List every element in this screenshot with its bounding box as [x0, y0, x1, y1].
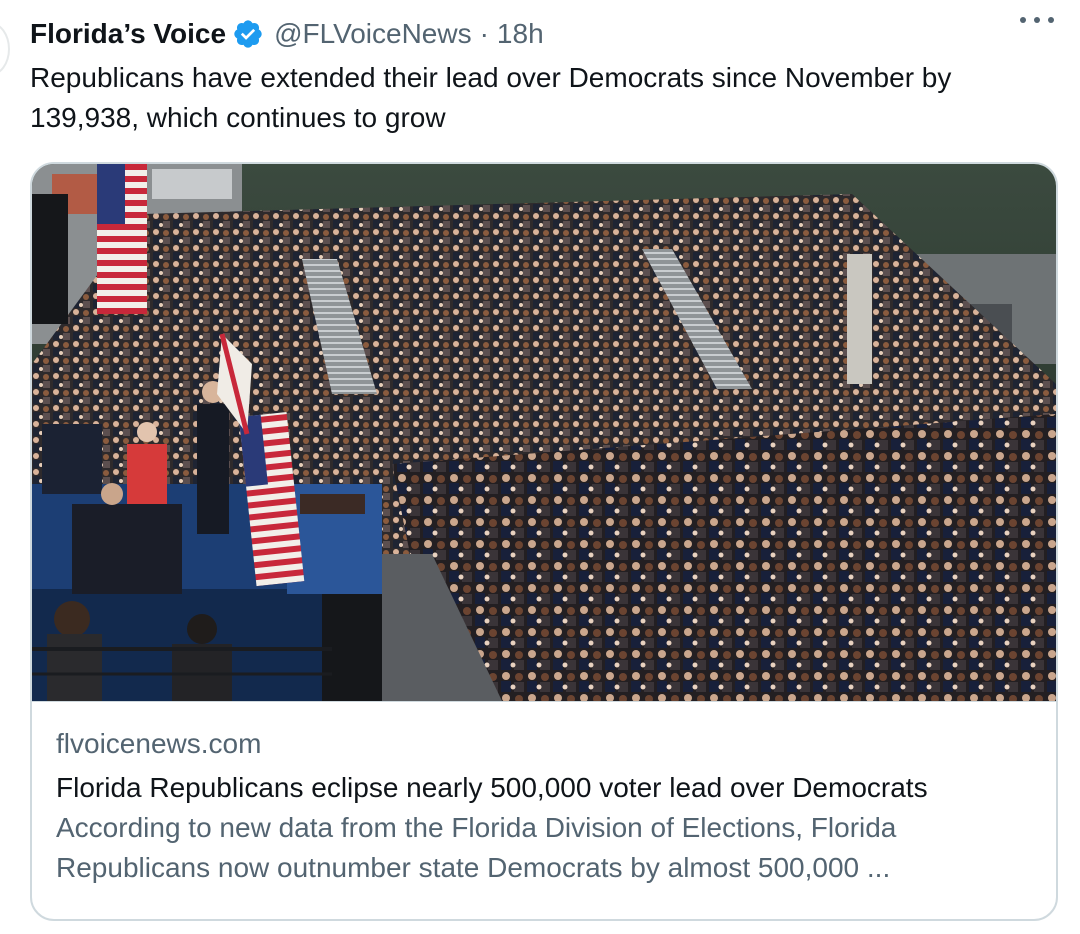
more-options-icon[interactable]: [1020, 14, 1054, 26]
card-body: flvoicenews.com Florida Republicans ecli…: [56, 724, 1036, 888]
card-domain: flvoicenews.com: [56, 728, 262, 759]
display-name[interactable]: Florida’s Voice: [30, 14, 226, 54]
separator-dot: ·: [479, 18, 489, 49]
link-preview-card[interactable]: flvoicenews.com Florida Republicans ecli…: [30, 162, 1058, 921]
handle[interactable]: @FLVoiceNews: [274, 14, 472, 54]
card-title: Florida Republicans eclipse nearly 500,0…: [56, 772, 928, 803]
timestamp[interactable]: 18h: [497, 14, 544, 54]
verified-badge-icon: [232, 18, 264, 50]
tweet-text: Republicans have extended their lead ove…: [30, 62, 952, 133]
avatar[interactable]: [0, 22, 10, 76]
tweet-header: Florida’s Voice @FLVoiceNews · 18h: [30, 14, 1080, 54]
card-image[interactable]: [32, 164, 1056, 702]
card-description: According to new data from the Florida D…: [56, 812, 897, 883]
